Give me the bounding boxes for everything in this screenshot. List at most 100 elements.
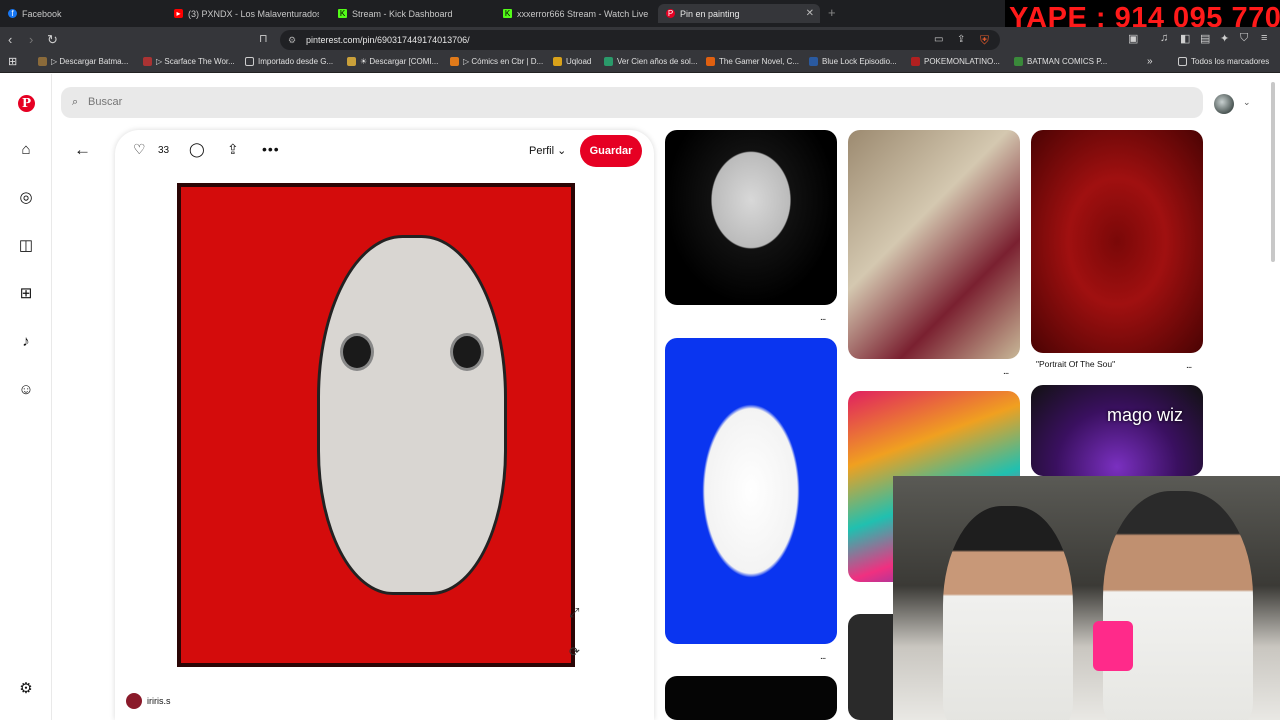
chevron-down-icon[interactable]: ⌄ xyxy=(1243,97,1251,108)
more-options-icon[interactable]: ... xyxy=(820,312,826,323)
pinterest-logo-icon[interactable]: P xyxy=(18,95,35,112)
apps-grid-icon[interactable]: ⊞ xyxy=(8,55,17,68)
search-input[interactable]: ⌕ Buscar xyxy=(61,87,1203,118)
folder-icon xyxy=(1178,57,1187,66)
folder-icon xyxy=(245,57,254,66)
create-icon[interactable]: ⊞ xyxy=(17,285,35,303)
bookmark-icon[interactable]: ⊓ xyxy=(259,32,268,45)
related-pin-image[interactable] xyxy=(1031,385,1203,476)
brave-shield-icon[interactable]: ⛨ xyxy=(980,33,989,48)
forward-icon[interactable]: › xyxy=(29,32,33,47)
tab-title: xxxerror666 Stream - Watch Live on xyxy=(517,8,648,19)
bookmark-item[interactable]: ▷ Cómics en Cbr | D... xyxy=(450,57,543,66)
bookmark-label: Blue Lock Episodio... xyxy=(822,57,897,66)
bookmark-label: ▷ Cómics en Cbr | D... xyxy=(463,57,544,66)
menu-icon[interactable]: ≡ xyxy=(1261,32,1267,44)
explore-icon[interactable]: ◎ xyxy=(17,189,35,207)
painting-eye xyxy=(450,333,484,371)
tab-kick-dashboard[interactable]: K Stream - Kick Dashboard xyxy=(338,4,493,23)
kick-icon: K xyxy=(503,9,512,18)
heart-icon: ♥ xyxy=(1267,360,1273,371)
bookmark-label: POKEMONLATINO... xyxy=(924,57,1000,66)
messages-icon[interactable]: ☺ xyxy=(17,381,35,399)
bookmark-item[interactable]: ▷ Descargar Batma... xyxy=(38,57,128,66)
profile-dropdown[interactable]: Perfil ⌄ xyxy=(529,144,566,157)
more-options-icon[interactable]: ••• xyxy=(262,141,280,157)
url-text: pinterest.com/pin/690317449174013706/ xyxy=(306,35,470,45)
notifications-icon[interactable]: ♪ xyxy=(17,333,35,351)
pin-image[interactable] xyxy=(167,175,601,676)
pinterest-icon: P xyxy=(666,9,675,18)
heart-icon[interactable]: ♡ xyxy=(133,141,146,158)
extensions-icon[interactable]: ✦ xyxy=(1220,32,1229,45)
all-bookmarks[interactable]: Todos los marcadores xyxy=(1178,57,1269,66)
back-icon[interactable]: ‹ xyxy=(8,32,12,47)
bookmark-item[interactable]: ▷ Scarface The Wor... xyxy=(143,57,235,66)
new-tab-button[interactable]: + xyxy=(828,5,836,20)
wallet-icon[interactable]: ▤ xyxy=(1200,32,1210,45)
related-pin-image[interactable] xyxy=(848,130,1020,359)
close-tab-icon[interactable]: ✕ xyxy=(806,8,814,19)
settings-icon[interactable]: ⚙ xyxy=(17,680,35,698)
vpn-icon[interactable]: ⛉ xyxy=(1240,32,1248,45)
like-count: 33 xyxy=(158,145,170,156)
youtube-icon: ▸ xyxy=(174,9,183,18)
related-pin-image[interactable] xyxy=(1031,130,1203,353)
tab-title: (3) PXNDX - Los Malaventurados xyxy=(188,8,319,19)
author-avatar[interactable] xyxy=(126,693,142,709)
avatar[interactable] xyxy=(1214,94,1234,114)
bookmark-label: ☀ Descargar [COMI... xyxy=(360,57,439,66)
sidebar-toggle-icon[interactable]: ◧ xyxy=(1180,32,1190,45)
bookmark-item[interactable]: Ver Cien años de sol... xyxy=(604,57,698,66)
visual-search-icon[interactable]: ⟳ xyxy=(569,644,580,660)
bookmark-label: BATMAN COMICS P... xyxy=(1027,57,1108,66)
tab-kick-stream[interactable]: K xxxerror666 Stream - Watch Live on xyxy=(503,4,648,23)
related-pin-image[interactable] xyxy=(665,338,837,644)
bookmarks-bar: ⊞ ▷ Descargar Batma... ▷ Scarface The Wo… xyxy=(0,53,1280,73)
share-icon[interactable]: ⇪ xyxy=(957,34,965,45)
tab-title: Pin en painting xyxy=(680,8,740,19)
author-name[interactable]: iriris.s xyxy=(147,696,171,706)
site-icon xyxy=(911,57,920,66)
expand-icon[interactable]: ⤢ xyxy=(569,605,579,621)
more-options-icon[interactable]: ... xyxy=(1186,360,1192,371)
more-options-icon[interactable]: ... xyxy=(1003,366,1009,377)
tab-title: Stream - Kick Dashboard xyxy=(352,8,453,19)
reload-icon[interactable]: ↻ xyxy=(47,32,58,48)
bookmark-item[interactable]: BATMAN COMICS P... xyxy=(1014,57,1107,66)
more-bookmarks-icon[interactable]: » xyxy=(1147,56,1153,67)
url-field[interactable]: ⚙ pinterest.com/pin/690317449174013706/ xyxy=(280,30,1000,50)
comment-icon[interactable]: ◯ xyxy=(189,141,205,158)
pin-caption: "Portrait Of The Sou" xyxy=(1036,359,1116,369)
related-pin-image[interactable] xyxy=(665,130,837,305)
bookmark-item[interactable]: POKEMONLATINO... xyxy=(911,57,1000,66)
bookmark-item[interactable]: The Gamer Novel, C... xyxy=(706,57,799,66)
music-icon[interactable]: ♫ xyxy=(1160,32,1168,44)
tab-youtube[interactable]: ▸ (3) PXNDX - Los Malaventurados xyxy=(174,4,319,23)
screen-cast-icon[interactable]: ▭ xyxy=(934,34,943,45)
bookmark-item[interactable]: ☀ Descargar [COMI... xyxy=(347,57,438,66)
extension-icon-1[interactable]: ▣ xyxy=(1128,32,1138,45)
scrollbar[interactable] xyxy=(1271,82,1275,262)
site-icon xyxy=(604,57,613,66)
webcam-overlay xyxy=(893,476,1280,720)
site-icon xyxy=(450,57,459,66)
share-icon[interactable]: ⇪ xyxy=(227,141,239,158)
save-button[interactable]: Guardar xyxy=(580,135,642,167)
more-options-icon[interactable]: ... xyxy=(820,651,826,662)
facebook-icon: f xyxy=(8,9,17,18)
site-info-icon[interactable]: ⚙ xyxy=(288,30,296,50)
bookmark-item[interactable]: Importado desde G... xyxy=(245,57,333,66)
folder-icon xyxy=(38,57,47,66)
home-icon[interactable]: ⌂ xyxy=(17,141,35,159)
bookmark-item[interactable]: Blue Lock Episodio... xyxy=(809,57,897,66)
stream-name-overlay: mago wiz xyxy=(1107,405,1184,425)
tab-pinterest-active[interactable]: P Pin en painting ✕ xyxy=(658,4,820,23)
back-arrow-icon[interactable]: ← xyxy=(74,140,91,160)
bookmark-label: ▷ Descargar Batma... xyxy=(51,57,129,66)
related-pin-image[interactable] xyxy=(665,676,837,720)
site-icon xyxy=(706,57,715,66)
boards-icon[interactable]: ◫ xyxy=(17,237,35,255)
bookmark-item[interactable]: Uqload xyxy=(553,57,591,66)
tab-facebook[interactable]: f Facebook xyxy=(8,4,168,23)
